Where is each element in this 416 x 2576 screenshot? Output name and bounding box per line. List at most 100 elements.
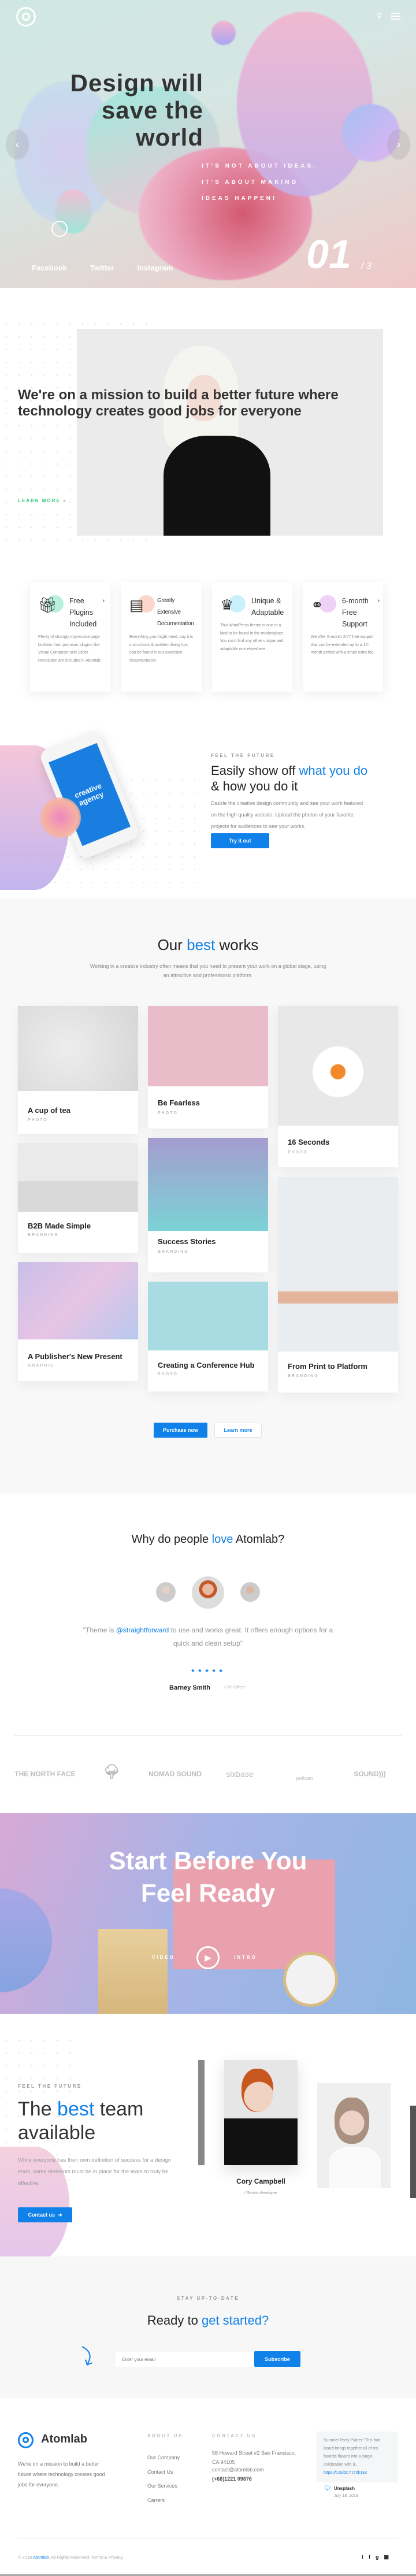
search-icon[interactable]: ⚲ bbox=[377, 12, 382, 21]
work-card[interactable]: A Publisher's New Present GRAPHIC bbox=[18, 1262, 138, 1381]
client-logo: THE NORTH FACE bbox=[14, 1770, 76, 1778]
work-title: Creating a Conference Hub bbox=[158, 1361, 255, 1369]
linkedin-icon[interactable]: ▣ bbox=[384, 2554, 395, 2560]
work-card[interactable]: B2B Made Simple BRANDING bbox=[18, 1143, 138, 1253]
twitter-link[interactable]: Twitter bbox=[90, 263, 114, 272]
contact-label: CONTACT US bbox=[212, 2433, 257, 2438]
twitter-icon[interactable]: t bbox=[362, 2554, 369, 2560]
server-icon: ▤ bbox=[129, 596, 144, 614]
feature-card[interactable]: ▤ Greatly Extensive Documentation Everyt… bbox=[121, 582, 202, 692]
tweet-link[interactable]: https://t.co/bCY1Tdk1Ec bbox=[324, 2471, 367, 2475]
headset-icon: ⚭ bbox=[311, 596, 324, 614]
work-title: A cup of tea bbox=[28, 1106, 70, 1115]
footer-link-careers[interactable]: Carrers bbox=[147, 2493, 180, 2508]
purchase-now-button[interactable]: Purchase now bbox=[154, 1423, 207, 1438]
decor-block bbox=[98, 1929, 168, 2014]
team-body: While everyone has their own definition … bbox=[18, 2157, 172, 2187]
try-it-out-button[interactable]: Try it out bbox=[211, 833, 269, 848]
play-button[interactable]: ▶ bbox=[196, 1946, 220, 1969]
testimonial-avatar[interactable] bbox=[156, 1582, 176, 1602]
twitter-icon: 🐦︎ bbox=[324, 2485, 332, 2492]
divider bbox=[14, 1735, 402, 1736]
testimonial-avatar-active[interactable] bbox=[192, 1576, 224, 1609]
work-category: PHOTO bbox=[28, 1118, 48, 1122]
hero-title: Design will save the world bbox=[70, 69, 203, 151]
learn-more-label: LEARN MORE bbox=[18, 498, 61, 503]
learn-more-link[interactable]: LEARN MORE ● bbox=[18, 498, 67, 503]
testimonial-avatar[interactable] bbox=[240, 1582, 260, 1602]
team-photo-partial[interactable] bbox=[198, 2060, 205, 2165]
about-label: ABOUT US bbox=[147, 2433, 183, 2438]
decor-blob bbox=[40, 797, 81, 838]
footer-link-our-services[interactable]: Our Services bbox=[147, 2479, 180, 2493]
hero-slider: ⚲ Design will save the world IT'S NOT ABOU… bbox=[0, 0, 416, 288]
next-slide-button[interactable]: › bbox=[387, 129, 410, 159]
feature-desc: We offer 6-month 24/7 free support that … bbox=[311, 635, 375, 655]
work-card[interactable]: A cup of tea PHOTO bbox=[18, 1006, 138, 1134]
footer-address: 58 Howard Street #2 San Francisco, CA 94… bbox=[212, 2450, 296, 2465]
work-image bbox=[18, 1006, 138, 1091]
team-heading: The best team available bbox=[18, 2098, 144, 2144]
hero-subtitle: IT'S NOT ABOUT IDEAS. IT'S ABOUT MAKING ID… bbox=[202, 163, 317, 202]
copyright: © 2018 Atomlab. All Rights Reserved. Ter… bbox=[18, 2555, 124, 2560]
work-card[interactable]: Be Fearless PHOTO bbox=[148, 1006, 268, 1129]
footer-desc: We're on a mission to build a better fut… bbox=[18, 2461, 105, 2488]
team-photo[interactable] bbox=[317, 2083, 391, 2188]
about-links: Our Company Contact Us Our Services Carr… bbox=[147, 2451, 180, 2507]
decor-blob bbox=[211, 21, 236, 45]
footer-link-contact-us[interactable]: Contact Us bbox=[147, 2465, 180, 2480]
client-logo-tree-icon: 🌳︎ bbox=[102, 1764, 121, 1780]
chevron-right-icon[interactable]: › bbox=[102, 597, 105, 604]
feature-card[interactable]: ⚭ 6-month Free Support We offer 6-month … bbox=[303, 582, 383, 692]
feature-title: Unique & Adaptable bbox=[251, 597, 284, 617]
menu-icon[interactable] bbox=[391, 13, 400, 20]
work-card[interactable]: From Print to Platform BRANDING bbox=[278, 1177, 398, 1393]
footer-brand: Atomlab bbox=[41, 2433, 87, 2445]
prev-slide-button[interactable]: ‹ bbox=[6, 129, 29, 159]
client-logo: NOMAD SOUND bbox=[148, 1770, 202, 1778]
work-category: GRAPHIC bbox=[28, 1364, 55, 1368]
intro-label: INTRO bbox=[234, 1955, 257, 1960]
team-photo-cory[interactable] bbox=[224, 2060, 298, 2165]
curved-arrow-icon: ⤵ bbox=[73, 2345, 98, 2370]
subscribe-button[interactable]: Subscribe bbox=[254, 2351, 300, 2367]
atomlab-logo-icon[interactable] bbox=[18, 2432, 34, 2448]
footer-link-our-company[interactable]: Our Company bbox=[147, 2451, 180, 2465]
footer-divider bbox=[18, 2538, 398, 2539]
logo-icon[interactable] bbox=[16, 7, 36, 27]
facebook-link[interactable]: Facebook bbox=[32, 263, 67, 272]
team-label: FEEL THE FUTURE bbox=[18, 2084, 82, 2089]
team-photo-partial[interactable] bbox=[410, 2106, 416, 2198]
work-category: BRANDING bbox=[158, 1250, 189, 1254]
testimonial-name: Barney Smith bbox=[169, 1684, 210, 1691]
work-title: From Print to Platform bbox=[288, 1362, 367, 1371]
feature-card[interactable]: 🎁︎ Free Plugins Included Plenty of stron… bbox=[30, 582, 110, 692]
work-title: A Publisher's New Present bbox=[28, 1352, 122, 1361]
work-card[interactable]: Success Stories BRANDING bbox=[148, 1138, 268, 1272]
showoff-body: Dazzle the creative design community and… bbox=[211, 800, 363, 829]
learn-more-button[interactable]: Learn more bbox=[214, 1423, 262, 1438]
feature-card[interactable]: ♛ Unique & Adaptable This WordPress them… bbox=[212, 582, 292, 692]
email-input[interactable] bbox=[116, 2352, 254, 2367]
footer-email[interactable]: contact@atomlab.com bbox=[212, 2467, 264, 2473]
work-category: BRANDING bbox=[28, 1233, 59, 1237]
star-rating: ★★★★★ bbox=[190, 1668, 226, 1673]
work-image bbox=[278, 1177, 398, 1352]
social-links: Facebook Twitter Instagram bbox=[32, 263, 196, 273]
mission-headline: We're on a mission to build a better fut… bbox=[18, 387, 339, 419]
copyright-brand-link[interactable]: Atomlab bbox=[33, 2555, 49, 2560]
instagram-link[interactable]: Instagram bbox=[137, 263, 173, 272]
work-title: Be Fearless bbox=[158, 1098, 200, 1107]
contact-us-button[interactable]: Contact us ➜ bbox=[18, 2207, 72, 2222]
footer-social-icons: tfg▣ bbox=[362, 2554, 394, 2560]
google-plus-icon[interactable]: g bbox=[376, 2554, 384, 2560]
tweet-user[interactable]: Unsplash bbox=[334, 2486, 355, 2491]
slide-counter-current: 01 bbox=[306, 232, 351, 277]
work-image bbox=[18, 1262, 138, 1339]
work-card[interactable]: Creating a Conference Hub PHOTO bbox=[148, 1282, 268, 1391]
facebook-icon[interactable]: f bbox=[369, 2554, 376, 2560]
arrow-circle-icon: ● bbox=[63, 498, 67, 503]
video-label: VIDEO bbox=[152, 1955, 175, 1960]
work-card[interactable]: 16 Seconds PHOTO bbox=[278, 1006, 398, 1167]
chevron-right-icon[interactable]: › bbox=[377, 597, 380, 604]
